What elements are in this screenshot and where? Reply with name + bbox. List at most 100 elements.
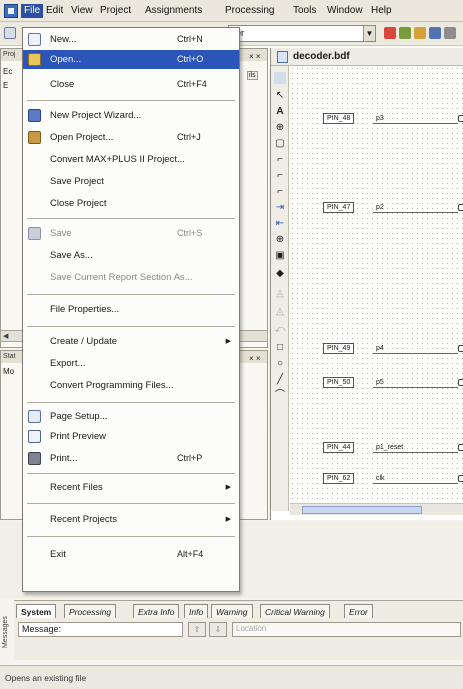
menu-item-new[interactable]: New... Ctrl+N bbox=[23, 30, 239, 49]
pin-label[interactable]: PIN_49 bbox=[323, 343, 355, 354]
zoom-tool-icon[interactable]: ⊕ bbox=[274, 234, 286, 246]
input-pin-symbol[interactable] bbox=[458, 204, 463, 211]
compile-icon[interactable] bbox=[384, 27, 396, 39]
pin-label[interactable]: PIN_62 bbox=[323, 473, 355, 484]
details-tab[interactable]: ils bbox=[247, 71, 258, 80]
menu-item-close-project[interactable]: Close Project bbox=[23, 194, 239, 213]
analysis-icon[interactable] bbox=[414, 27, 426, 39]
scroll-left-icon[interactable]: ◀ bbox=[3, 332, 8, 340]
find-icon[interactable]: ◆ bbox=[274, 268, 286, 280]
settings-icon[interactable] bbox=[444, 27, 456, 39]
project-combo[interactable]: der ▼ bbox=[228, 25, 376, 42]
menu-item-label: Save Project bbox=[50, 176, 104, 187]
menu-item-close[interactable]: Close Ctrl+F4 bbox=[23, 75, 239, 94]
menu-item-page-setup[interactable]: Page Setup... bbox=[23, 407, 239, 426]
selection-tool-icon[interactable]: ↖ bbox=[274, 90, 286, 102]
menu-item-open[interactable]: Open... Ctrl+O bbox=[23, 50, 239, 69]
rotate-icon[interactable]: ⤺ bbox=[274, 324, 286, 336]
menu-item-new-project-wizard[interactable]: New Project Wizard... bbox=[23, 106, 239, 125]
rubberbanding-icon[interactable]: ⇥ bbox=[274, 202, 286, 214]
schematic-canvas[interactable]: PIN_48 p3 PIN_47 p2 PIN_49 p4 PIN_50 p5 … bbox=[290, 66, 463, 503]
block-diagram-icon bbox=[277, 51, 288, 63]
tab-processing[interactable]: Processing bbox=[64, 604, 117, 618]
input-pin-symbol[interactable] bbox=[458, 115, 463, 122]
entity-row[interactable]: E bbox=[3, 81, 8, 90]
wizard-icon bbox=[28, 109, 41, 122]
menu-item-recent-projects[interactable]: Recent Projects ▶ bbox=[23, 510, 239, 529]
menu-shortcut: Ctrl+F4 bbox=[177, 79, 207, 89]
menu-item-save-project[interactable]: Save Project bbox=[23, 172, 239, 191]
partial-line-icon[interactable]: ⇤ bbox=[274, 218, 286, 230]
tab-extra-info[interactable]: Extra Info bbox=[133, 604, 180, 618]
arrow-down-icon[interactable]: ⇩ bbox=[209, 622, 227, 637]
location-field[interactable]: Location bbox=[232, 622, 461, 637]
pin-label[interactable]: PIN_48 bbox=[323, 113, 355, 124]
flip-horizontal-icon[interactable]: ◬ bbox=[274, 288, 286, 300]
block-tool-icon[interactable]: ▢ bbox=[274, 138, 286, 150]
orthogonal-node-tool-icon[interactable]: ⌐ bbox=[274, 154, 286, 166]
line-tool-icon[interactable]: ╱ bbox=[274, 374, 286, 386]
menu-item-label: Convert MAX+PLUS II Project... bbox=[50, 154, 185, 165]
scroll-thumb[interactable] bbox=[302, 506, 422, 514]
simulate-icon[interactable] bbox=[429, 27, 441, 39]
menu-item-save-as[interactable]: Save As... bbox=[23, 246, 239, 265]
input-pin-symbol[interactable] bbox=[458, 345, 463, 352]
menu-separator bbox=[27, 473, 235, 474]
rectangle-tool-icon[interactable]: □ bbox=[274, 342, 286, 354]
menu-item-print[interactable]: Print... Ctrl+P bbox=[23, 449, 239, 468]
input-pin-symbol[interactable] bbox=[458, 444, 463, 451]
menu-item-save-report-section[interactable]: Save Current Report Section As... bbox=[23, 268, 239, 287]
conduit-tool-icon[interactable]: ⌐ bbox=[274, 186, 286, 198]
menu-window[interactable]: Window bbox=[324, 4, 366, 18]
menu-item-open-project[interactable]: Open Project... Ctrl+J bbox=[23, 128, 239, 147]
flip-vertical-icon[interactable]: ◬ bbox=[274, 306, 286, 318]
menu-item-exit[interactable]: Exit Alt+F4 bbox=[23, 545, 239, 564]
arrow-up-icon[interactable]: ⇧ bbox=[188, 622, 206, 637]
full-screen-icon[interactable]: ▣ bbox=[274, 250, 286, 262]
menu-item-save[interactable]: Save Ctrl+S bbox=[23, 224, 239, 243]
design-hscroll[interactable] bbox=[290, 503, 463, 515]
menu-separator bbox=[27, 218, 235, 219]
tab-warning[interactable]: Warning bbox=[211, 604, 253, 618]
close-icon[interactable]: × × bbox=[249, 354, 261, 363]
wand-icon[interactable] bbox=[399, 27, 411, 39]
window-icon[interactable] bbox=[274, 72, 286, 84]
menu-item-convert-programming-files[interactable]: Convert Programming Files... bbox=[23, 376, 239, 395]
menu-item-print-preview[interactable]: Print Preview bbox=[23, 427, 239, 446]
menu-item-create-update[interactable]: Create / Update ▶ bbox=[23, 332, 239, 351]
menu-help[interactable]: Help bbox=[368, 4, 395, 18]
menu-tools[interactable]: Tools bbox=[290, 4, 319, 18]
pin-label[interactable]: PIN_50 bbox=[323, 377, 355, 388]
oval-tool-icon[interactable]: ○ bbox=[274, 358, 286, 370]
signal-name: clk bbox=[373, 473, 458, 484]
tab-system[interactable]: System bbox=[16, 604, 57, 618]
menu-view[interactable]: View bbox=[68, 4, 96, 18]
input-pin-symbol[interactable] bbox=[458, 379, 463, 386]
close-icon[interactable]: × × bbox=[249, 52, 261, 61]
menu-processing[interactable]: Processing bbox=[222, 4, 277, 18]
orthogonal-bus-tool-icon[interactable]: ⌐ bbox=[274, 170, 286, 182]
symbol-tool-icon[interactable]: ⊕ bbox=[274, 122, 286, 134]
input-pin-symbol[interactable] bbox=[458, 475, 463, 482]
signal-name: p3 bbox=[373, 113, 458, 124]
tab-info[interactable]: Info bbox=[184, 604, 209, 618]
pin-label[interactable]: PIN_47 bbox=[323, 202, 355, 213]
pin-label[interactable]: PIN_44 bbox=[323, 442, 355, 453]
tab-error[interactable]: Error bbox=[344, 604, 373, 618]
text-tool-icon[interactable]: A bbox=[274, 106, 286, 118]
arc-tool-icon[interactable]: ⌒ bbox=[274, 390, 286, 402]
menu-file[interactable]: File bbox=[21, 4, 44, 18]
tab-critical-warning[interactable]: Critical Warning bbox=[260, 604, 330, 618]
new-file-icon[interactable] bbox=[4, 27, 16, 39]
chevron-down-icon[interactable]: ▼ bbox=[363, 26, 375, 41]
menu-item-convert-maxplus[interactable]: Convert MAX+PLUS II Project... bbox=[23, 150, 239, 169]
menu-project[interactable]: Project bbox=[97, 4, 134, 18]
menu-edit[interactable]: Edit bbox=[43, 4, 66, 18]
menu-item-file-properties[interactable]: File Properties... bbox=[23, 300, 239, 319]
menu-item-recent-files[interactable]: Recent Files ▶ bbox=[23, 478, 239, 497]
submenu-arrow-icon: ▶ bbox=[225, 516, 231, 523]
message-field[interactable]: Message: bbox=[18, 622, 183, 637]
menu-item-label: Recent Projects bbox=[50, 514, 118, 525]
menu-assignments[interactable]: Assignments bbox=[142, 4, 205, 18]
menu-item-export[interactable]: Export... bbox=[23, 354, 239, 373]
